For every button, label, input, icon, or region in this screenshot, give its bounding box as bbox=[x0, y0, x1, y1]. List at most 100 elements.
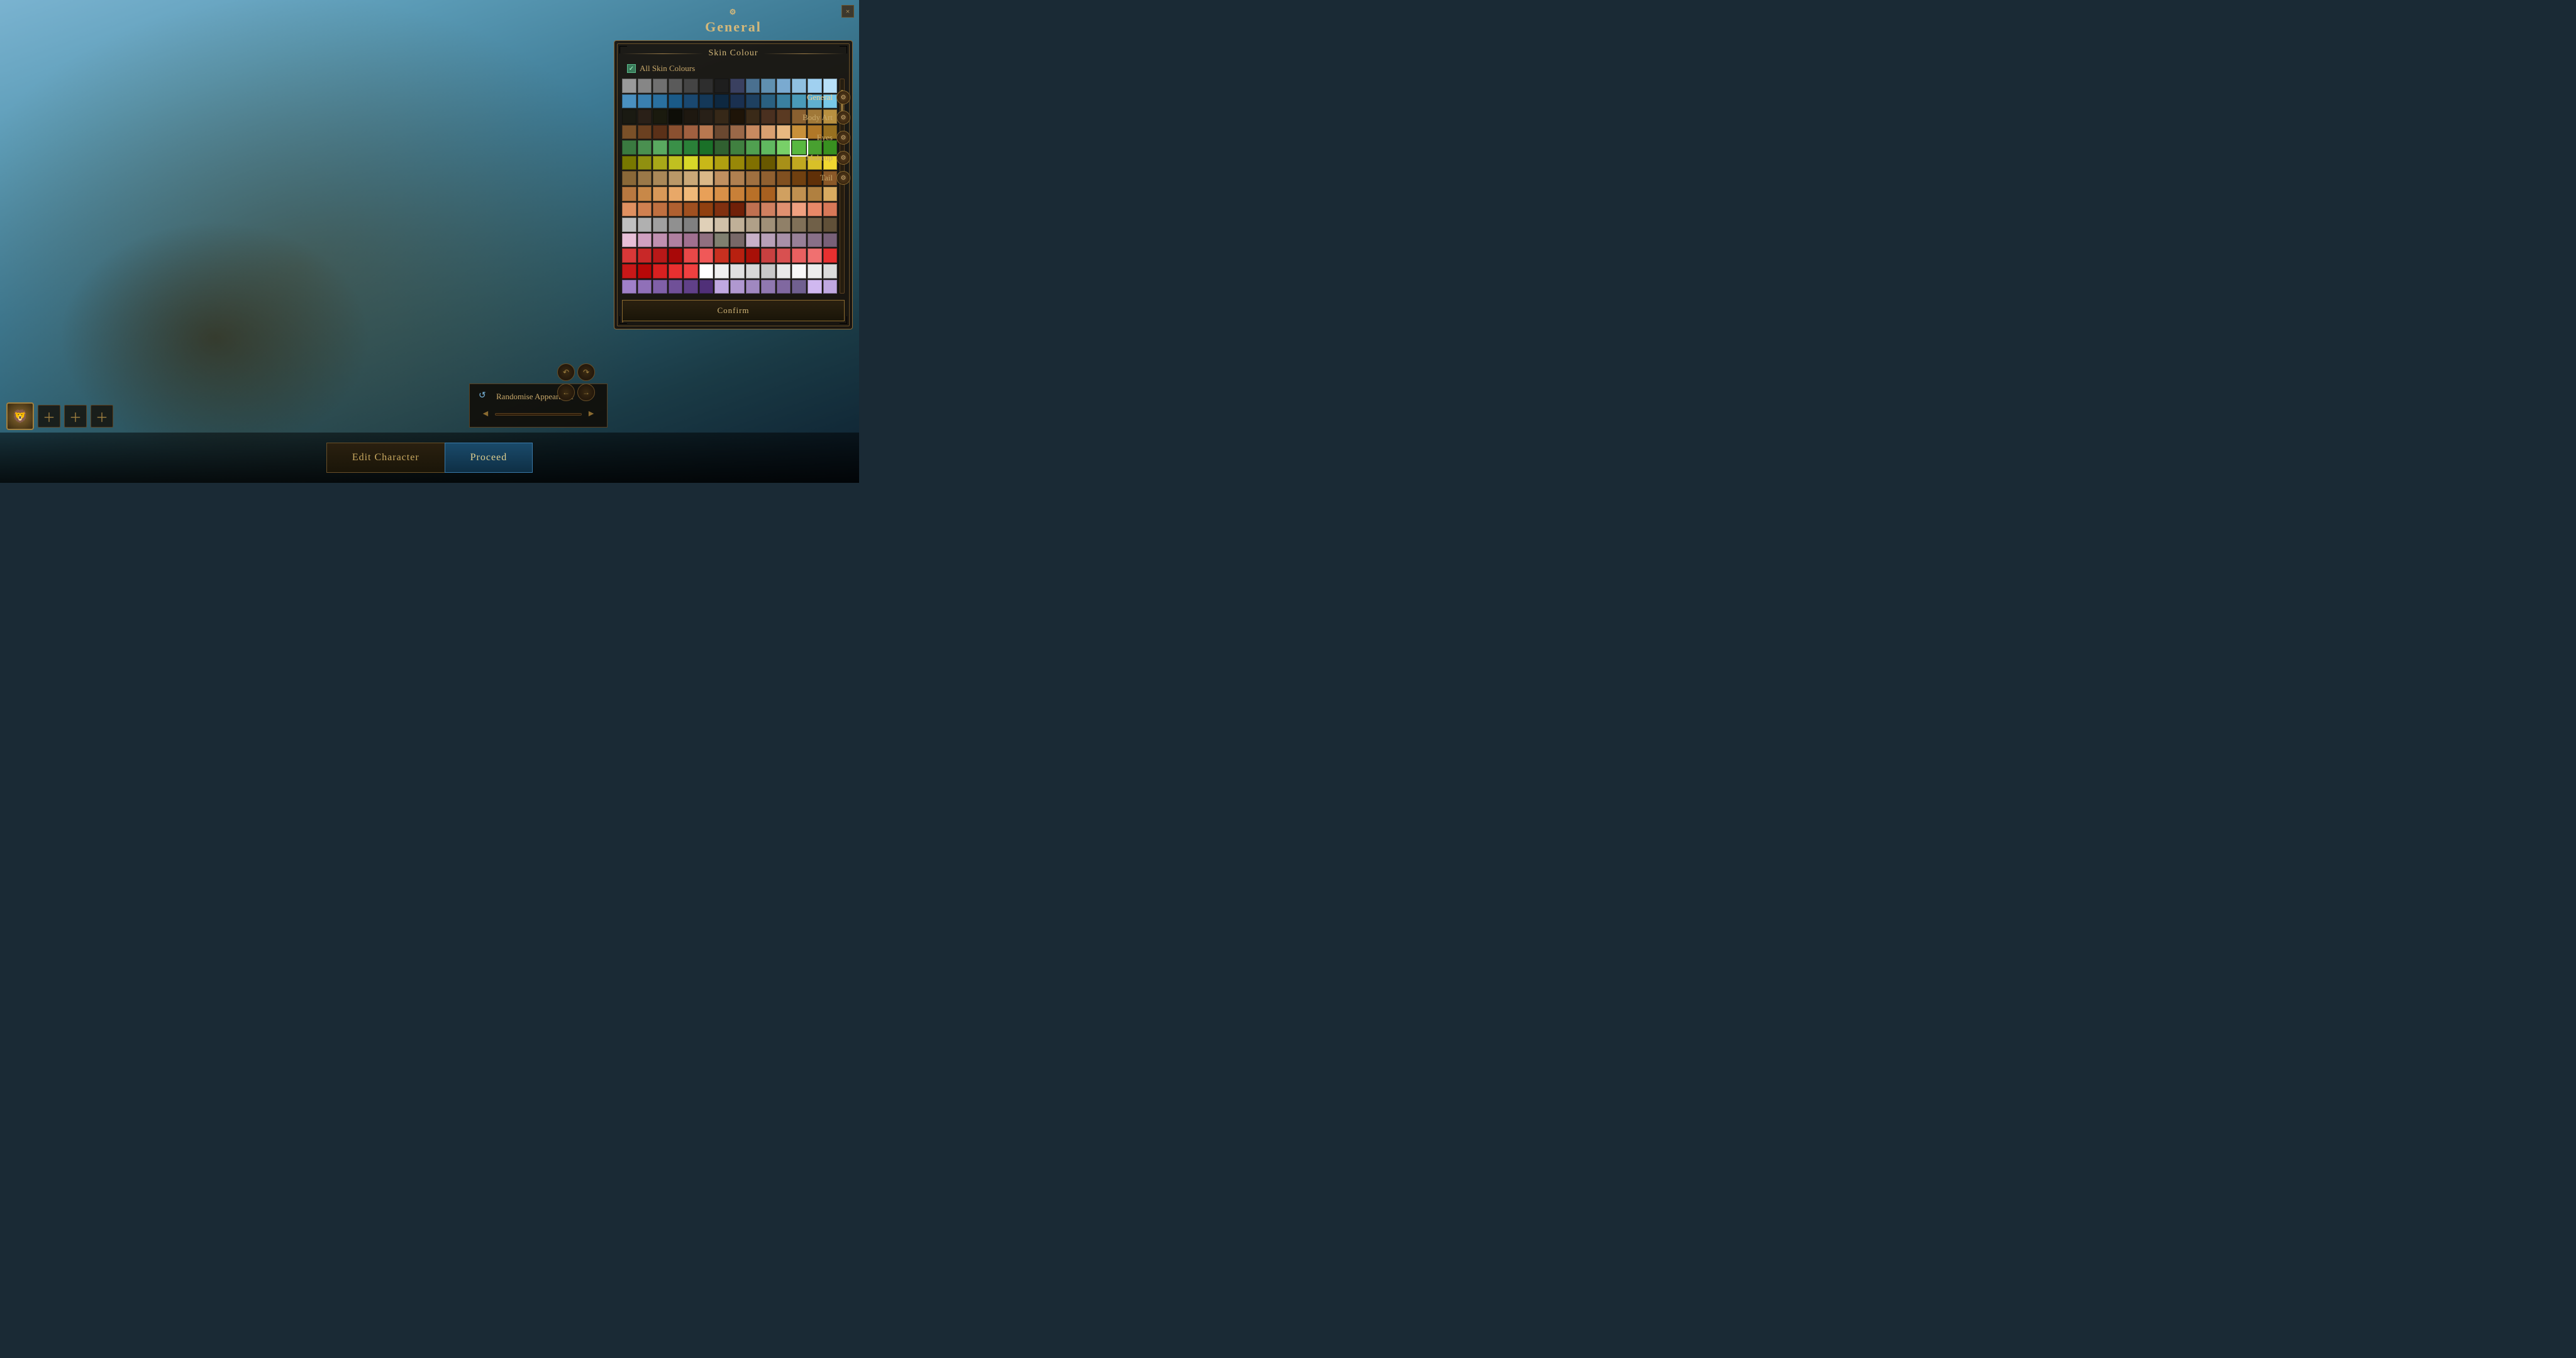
color-swatch-116[interactable] bbox=[684, 202, 698, 217]
color-swatch-140[interactable] bbox=[622, 233, 636, 248]
color-swatch-19[interactable] bbox=[699, 94, 714, 109]
add-button-1[interactable]: ＋ bbox=[38, 405, 60, 428]
color-swatch-149[interactable] bbox=[761, 233, 775, 248]
color-swatch-75[interactable] bbox=[699, 156, 714, 170]
color-swatch-136[interactable] bbox=[777, 218, 791, 232]
color-swatch-49[interactable] bbox=[730, 125, 745, 140]
color-swatch-88[interactable] bbox=[684, 171, 698, 185]
color-swatch-111[interactable] bbox=[823, 187, 838, 201]
color-swatch-38[interactable] bbox=[777, 109, 791, 124]
color-swatch-180[interactable] bbox=[808, 264, 822, 279]
color-swatch-119[interactable] bbox=[730, 202, 745, 217]
color-swatch-59[interactable] bbox=[669, 140, 683, 155]
color-swatch-70[interactable] bbox=[622, 156, 636, 170]
color-swatch-64[interactable] bbox=[746, 140, 760, 155]
color-swatch-178[interactable] bbox=[777, 264, 791, 279]
color-swatch-107[interactable] bbox=[761, 187, 775, 201]
color-swatch-146[interactable] bbox=[714, 233, 729, 248]
color-swatch-145[interactable] bbox=[699, 233, 714, 248]
color-swatch-21[interactable] bbox=[730, 94, 745, 109]
color-swatch-93[interactable] bbox=[761, 171, 775, 185]
color-swatch-15[interactable] bbox=[638, 94, 652, 109]
color-swatch-101[interactable] bbox=[669, 187, 683, 201]
color-swatch-31[interactable] bbox=[669, 109, 683, 124]
color-swatch-106[interactable] bbox=[746, 187, 760, 201]
color-swatch-139[interactable] bbox=[823, 218, 838, 232]
nav-item-general[interactable]: General ⚙ bbox=[799, 88, 854, 107]
color-swatch-137[interactable] bbox=[792, 218, 806, 232]
color-swatch-174[interactable] bbox=[714, 264, 729, 279]
color-swatch-173[interactable] bbox=[699, 264, 714, 279]
rotate-right-button[interactable]: ↷ bbox=[577, 363, 595, 381]
color-swatch-29[interactable] bbox=[638, 109, 652, 124]
color-swatch-182[interactable] bbox=[622, 280, 636, 294]
color-swatch-184[interactable] bbox=[653, 280, 667, 294]
color-swatch-47[interactable] bbox=[699, 125, 714, 140]
color-swatch-74[interactable] bbox=[684, 156, 698, 170]
color-swatch-118[interactable] bbox=[714, 202, 729, 217]
color-swatch-60[interactable] bbox=[684, 140, 698, 155]
color-swatch-135[interactable] bbox=[761, 218, 775, 232]
color-swatch-102[interactable] bbox=[684, 187, 698, 201]
color-swatch-43[interactable] bbox=[638, 125, 652, 140]
color-swatch-35[interactable] bbox=[730, 109, 745, 124]
color-swatch-161[interactable] bbox=[730, 248, 745, 263]
color-swatch-172[interactable] bbox=[684, 264, 698, 279]
color-swatch-20[interactable] bbox=[714, 94, 729, 109]
color-swatch-80[interactable] bbox=[777, 156, 791, 170]
color-swatch-28[interactable] bbox=[622, 109, 636, 124]
color-swatch-168[interactable] bbox=[622, 264, 636, 279]
color-swatch-123[interactable] bbox=[792, 202, 806, 217]
color-swatch-105[interactable] bbox=[730, 187, 745, 201]
color-swatch-71[interactable] bbox=[638, 156, 652, 170]
color-swatch-153[interactable] bbox=[823, 233, 838, 248]
color-swatch-147[interactable] bbox=[730, 233, 745, 248]
color-swatch-193[interactable] bbox=[792, 280, 806, 294]
color-swatch-141[interactable] bbox=[638, 233, 652, 248]
color-swatch-158[interactable] bbox=[684, 248, 698, 263]
character-portrait[interactable]: 🦁 bbox=[6, 402, 34, 430]
color-swatch-133[interactable] bbox=[730, 218, 745, 232]
color-swatch-171[interactable] bbox=[669, 264, 683, 279]
color-swatch-24[interactable] bbox=[777, 94, 791, 109]
color-swatch-194[interactable] bbox=[808, 280, 822, 294]
color-swatch-163[interactable] bbox=[761, 248, 775, 263]
color-swatch-113[interactable] bbox=[638, 202, 652, 217]
nav-item-body-art[interactable]: Body Art ⚙ bbox=[799, 108, 854, 127]
color-swatch-150[interactable] bbox=[777, 233, 791, 248]
color-swatch-162[interactable] bbox=[746, 248, 760, 263]
color-swatch-130[interactable] bbox=[684, 218, 698, 232]
color-swatch-108[interactable] bbox=[777, 187, 791, 201]
color-swatch-45[interactable] bbox=[669, 125, 683, 140]
color-swatch-125[interactable] bbox=[823, 202, 838, 217]
color-swatch-91[interactable] bbox=[730, 171, 745, 185]
color-swatch-10[interactable] bbox=[777, 79, 791, 93]
color-swatch-77[interactable] bbox=[730, 156, 745, 170]
color-swatch-189[interactable] bbox=[730, 280, 745, 294]
color-swatch-0[interactable] bbox=[622, 79, 636, 93]
color-swatch-128[interactable] bbox=[653, 218, 667, 232]
color-swatch-156[interactable] bbox=[653, 248, 667, 263]
color-swatch-155[interactable] bbox=[638, 248, 652, 263]
color-swatch-164[interactable] bbox=[777, 248, 791, 263]
color-swatch-122[interactable] bbox=[777, 202, 791, 217]
pan-right-button[interactable]: → bbox=[577, 384, 595, 401]
color-swatch-63[interactable] bbox=[730, 140, 745, 155]
color-swatch-129[interactable] bbox=[669, 218, 683, 232]
color-swatch-190[interactable] bbox=[746, 280, 760, 294]
color-swatch-52[interactable] bbox=[777, 125, 791, 140]
color-swatch-34[interactable] bbox=[714, 109, 729, 124]
color-swatch-85[interactable] bbox=[638, 171, 652, 185]
color-swatch-159[interactable] bbox=[699, 248, 714, 263]
nav-item-tail[interactable]: Tail ⚙ bbox=[799, 168, 854, 187]
color-swatch-30[interactable] bbox=[653, 109, 667, 124]
color-swatch-195[interactable] bbox=[823, 280, 838, 294]
color-swatch-58[interactable] bbox=[653, 140, 667, 155]
color-swatch-42[interactable] bbox=[622, 125, 636, 140]
color-swatch-192[interactable] bbox=[777, 280, 791, 294]
color-swatch-76[interactable] bbox=[714, 156, 729, 170]
color-swatch-176[interactable] bbox=[746, 264, 760, 279]
color-swatch-2[interactable] bbox=[653, 79, 667, 93]
color-swatch-112[interactable] bbox=[622, 202, 636, 217]
color-swatch-16[interactable] bbox=[653, 94, 667, 109]
